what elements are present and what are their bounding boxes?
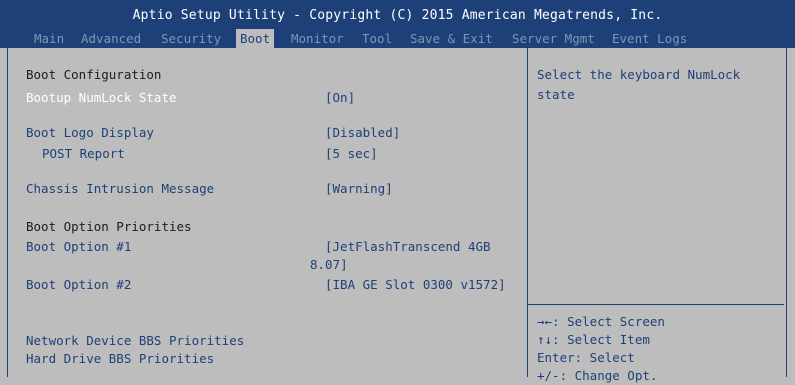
setting-chassis-intrusion-value[interactable]: [Warning] (325, 180, 393, 198)
help-key-change-opt: +/-: Change Opt. (537, 368, 658, 383)
setting-bootup-numlock-label[interactable]: Bootup NumLock State (26, 89, 177, 107)
setting-boot-logo-value[interactable]: [Disabled] (325, 124, 400, 142)
tab-tool[interactable]: Tool (362, 30, 392, 47)
help-text-line2: state (537, 87, 575, 102)
tab-security[interactable]: Security (161, 30, 221, 47)
setting-post-report-value[interactable]: [5 sec] (325, 145, 378, 163)
help-key-select-item: ↑↓: Select Item (537, 332, 650, 347)
section-boot-option-priorities: Boot Option Priorities (26, 219, 192, 234)
setting-boot-option-1-value-line1[interactable]: [JetFlashTranscend 4GB (325, 238, 491, 256)
help-text-line1: Select the keyboard NumLock (537, 67, 741, 82)
tab-main[interactable]: Main (34, 30, 64, 47)
tab-advanced[interactable]: Advanced (81, 30, 141, 47)
setting-boot-option-2-label[interactable]: Boot Option #2 (26, 276, 131, 294)
tab-event-logs[interactable]: Event Logs (612, 30, 687, 47)
tab-server-mgmt[interactable]: Server Mgmt (512, 30, 595, 47)
menu-bar: Main Advanced Security Boot Monitor Tool… (0, 29, 795, 48)
header-bar: Aptio Setup Utility - Copyright (C) 2015… (0, 0, 795, 48)
setting-boot-option-1-label[interactable]: Boot Option #1 (26, 238, 131, 256)
help-key-enter-select: Enter: Select (537, 350, 635, 365)
tab-monitor[interactable]: Monitor (291, 30, 344, 47)
tab-boot[interactable]: Boot (236, 29, 275, 48)
help-separator (528, 304, 784, 305)
setting-boot-logo-label[interactable]: Boot Logo Display (26, 124, 154, 142)
help-key-select-screen: →←: Select Screen (537, 314, 665, 329)
setting-boot-option-1-value-line2[interactable]: 8.07] (310, 256, 348, 274)
app-title: Aptio Setup Utility - Copyright (C) 2015… (132, 8, 663, 23)
setting-network-device-bbs[interactable]: Network Device BBS Priorities (26, 332, 244, 350)
section-boot-configuration: Boot Configuration (26, 67, 162, 82)
panel-divider (527, 48, 528, 377)
setting-hard-drive-bbs[interactable]: Hard Drive BBS Priorities (26, 350, 214, 368)
setting-bootup-numlock-value[interactable]: [On] (325, 89, 355, 107)
tab-save-exit[interactable]: Save & Exit (410, 30, 493, 47)
setting-chassis-intrusion-label[interactable]: Chassis Intrusion Message (26, 180, 214, 198)
setting-boot-option-2-value[interactable]: [IBA GE Slot 0300 v1572] (325, 276, 506, 294)
setting-post-report-label[interactable]: POST Report (42, 145, 125, 163)
